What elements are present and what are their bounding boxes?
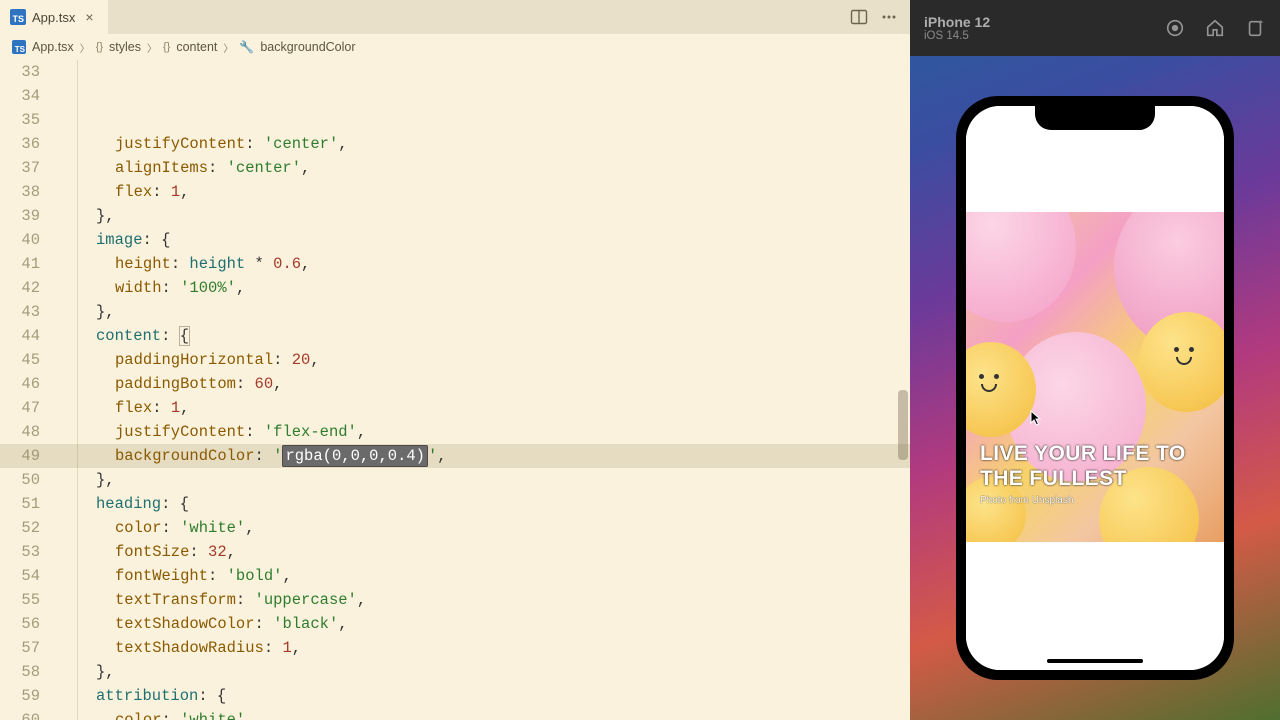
editor-scrollbar[interactable] xyxy=(894,60,908,720)
app-background-image: LIVE YOUR LIFE TO THE FULLEST Photo from… xyxy=(966,212,1224,542)
app-content-overlay: LIVE YOUR LIFE TO THE FULLEST Photo from… xyxy=(966,442,1224,542)
line-number: 51 xyxy=(0,492,40,516)
code-line[interactable]: image: { xyxy=(58,228,910,252)
code-line[interactable]: }, xyxy=(58,300,910,324)
device-name: iPhone 12 xyxy=(924,14,990,30)
line-number: 46 xyxy=(0,372,40,396)
tab-app-tsx[interactable]: TS App.tsx × xyxy=(0,0,108,34)
line-number: 56 xyxy=(0,612,40,636)
chevron-right-icon: 〉 xyxy=(147,40,157,55)
editor-tabbar: TS App.tsx × xyxy=(0,0,910,34)
property-icon: 🔧 xyxy=(239,40,254,54)
code-line[interactable]: width: '100%', xyxy=(58,276,910,300)
code-line[interactable]: justifyContent: 'flex-end', xyxy=(58,420,910,444)
code-line[interactable]: fontSize: 32, xyxy=(58,540,910,564)
line-number: 59 xyxy=(0,684,40,708)
code-line[interactable]: content: { xyxy=(58,324,910,348)
tab-label: App.tsx xyxy=(32,10,75,25)
code-line[interactable]: flex: 1, xyxy=(58,180,910,204)
breadcrumb-styles[interactable]: styles xyxy=(109,40,141,54)
home-icon[interactable] xyxy=(1204,17,1226,39)
line-number: 43 xyxy=(0,300,40,324)
app-bottom-whitespace xyxy=(966,542,1224,670)
editor-pane: TS App.tsx × TS App.tsx 〉 {} styles 〉 {}… xyxy=(0,0,910,720)
balloon-pink xyxy=(966,212,1076,322)
line-number: 55 xyxy=(0,588,40,612)
code-line[interactable]: paddingHorizontal: 20, xyxy=(58,348,910,372)
line-number: 33 xyxy=(0,60,40,84)
line-number: 54 xyxy=(0,564,40,588)
breadcrumbs[interactable]: TS App.tsx 〉 {} styles 〉 {} content 〉 🔧 … xyxy=(0,34,910,60)
phone-screen[interactable]: LIVE YOUR LIFE TO THE FULLEST Photo from… xyxy=(966,106,1224,670)
phone-notch xyxy=(1035,106,1155,130)
simulator-pane: iPhone 12 iOS 14.5 xyxy=(910,0,1280,720)
line-number: 60 xyxy=(0,708,40,720)
code-line[interactable]: textTransform: 'uppercase', xyxy=(58,588,910,612)
line-number: 42 xyxy=(0,276,40,300)
code-line[interactable]: height: height * 0.6, xyxy=(58,252,910,276)
code-line[interactable]: }, xyxy=(58,660,910,684)
line-number: 40 xyxy=(0,228,40,252)
code-line[interactable]: justifyContent: 'center', xyxy=(58,132,910,156)
chevron-right-icon: 〉 xyxy=(80,40,90,55)
line-number: 47 xyxy=(0,396,40,420)
line-number: 34 xyxy=(0,84,40,108)
line-number: 38 xyxy=(0,180,40,204)
line-number: 50 xyxy=(0,468,40,492)
line-number: 52 xyxy=(0,516,40,540)
close-icon[interactable]: × xyxy=(81,9,97,25)
breadcrumb-backgroundcolor[interactable]: backgroundColor xyxy=(260,40,355,54)
line-number: 44 xyxy=(0,324,40,348)
code-line[interactable]: alignItems: 'center', xyxy=(58,156,910,180)
line-number: 35 xyxy=(0,108,40,132)
code-content[interactable]: justifyContent: 'center',alignItems: 'ce… xyxy=(58,60,910,720)
object-icon: {} xyxy=(96,41,103,53)
code-line[interactable]: color: 'white', xyxy=(58,708,910,720)
more-actions-icon[interactable] xyxy=(880,8,898,26)
simulator-toolbar: iPhone 12 iOS 14.5 xyxy=(910,0,1280,56)
code-line[interactable]: color: 'white', xyxy=(58,516,910,540)
code-line[interactable]: }, xyxy=(58,204,910,228)
line-number: 57 xyxy=(0,636,40,660)
code-line[interactable]: attribution: { xyxy=(58,684,910,708)
breadcrumb-file[interactable]: App.tsx xyxy=(32,40,74,54)
code-line[interactable]: textShadowColor: 'black', xyxy=(58,612,910,636)
line-number-gutter: 3334353637383940414243444546474849505152… xyxy=(0,60,58,720)
device-os: iOS 14.5 xyxy=(924,30,990,42)
breadcrumb-content[interactable]: content xyxy=(176,40,217,54)
code-line[interactable]: textShadowRadius: 1, xyxy=(58,636,910,660)
app-heading: LIVE YOUR LIFE TO THE FULLEST xyxy=(980,442,1210,492)
object-icon: {} xyxy=(163,41,170,53)
chevron-right-icon: 〉 xyxy=(223,40,233,55)
code-line[interactable]: }, xyxy=(58,468,910,492)
line-number: 48 xyxy=(0,420,40,444)
line-number: 45 xyxy=(0,348,40,372)
split-editor-icon[interactable] xyxy=(850,8,868,26)
code-line[interactable]: fontWeight: 'bold', xyxy=(58,564,910,588)
phone-frame: LIVE YOUR LIFE TO THE FULLEST Photo from… xyxy=(956,96,1234,680)
line-number: 58 xyxy=(0,660,40,684)
line-number: 53 xyxy=(0,540,40,564)
typescript-icon: TS xyxy=(12,40,26,54)
balloon-yellow xyxy=(1139,312,1224,412)
line-number: 41 xyxy=(0,252,40,276)
line-number: 37 xyxy=(0,156,40,180)
code-line[interactable]: flex: 1, xyxy=(58,396,910,420)
app-attribution: Photo from Unsplash xyxy=(980,495,1210,506)
code-line[interactable]: backgroundColor: 'rgba(0,0,0,0.4)', xyxy=(58,444,910,468)
code-editor[interactable]: 3334353637383940414243444546474849505152… xyxy=(0,60,910,720)
home-indicator[interactable] xyxy=(1047,659,1143,663)
line-number: 36 xyxy=(0,132,40,156)
scrollbar-thumb[interactable] xyxy=(898,390,908,460)
line-number: 39 xyxy=(0,204,40,228)
rotate-icon[interactable] xyxy=(1244,17,1266,39)
typescript-icon: TS xyxy=(10,9,26,25)
code-line[interactable]: heading: { xyxy=(58,492,910,516)
screenshot-icon[interactable] xyxy=(1164,17,1186,39)
code-line[interactable]: paddingBottom: 60, xyxy=(58,372,910,396)
